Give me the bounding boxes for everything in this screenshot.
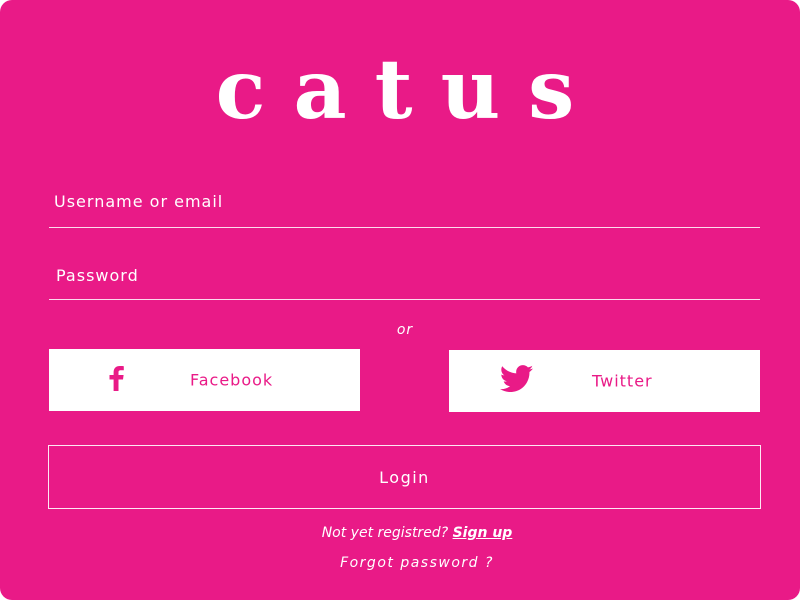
or-divider: or: [396, 322, 414, 338]
username-field-container: [49, 186, 760, 228]
twitter-icon: [499, 365, 534, 397]
twitter-label: Twitter: [592, 371, 653, 391]
register-prompt: Not yet registred? Sign up: [0, 525, 800, 541]
brand-logo: catus: [215, 42, 603, 138]
facebook-icon: [104, 365, 130, 395]
facebook-login-button[interactable]: Facebook: [49, 349, 360, 411]
twitter-login-button[interactable]: Twitter: [449, 350, 760, 412]
signup-link[interactable]: Sign up: [453, 525, 513, 541]
login-button[interactable]: Login: [48, 445, 761, 509]
register-prompt-text: Not yet registred?: [321, 525, 449, 541]
facebook-label: Facebook: [190, 370, 274, 390]
forgot-password-link[interactable]: Forgot password ?: [0, 555, 800, 571]
username-input[interactable]: [49, 186, 760, 216]
login-card: catus or Facebook Twitter Login Not yet …: [0, 0, 800, 600]
password-input[interactable]: [49, 261, 760, 289]
password-field-container: [49, 261, 760, 300]
